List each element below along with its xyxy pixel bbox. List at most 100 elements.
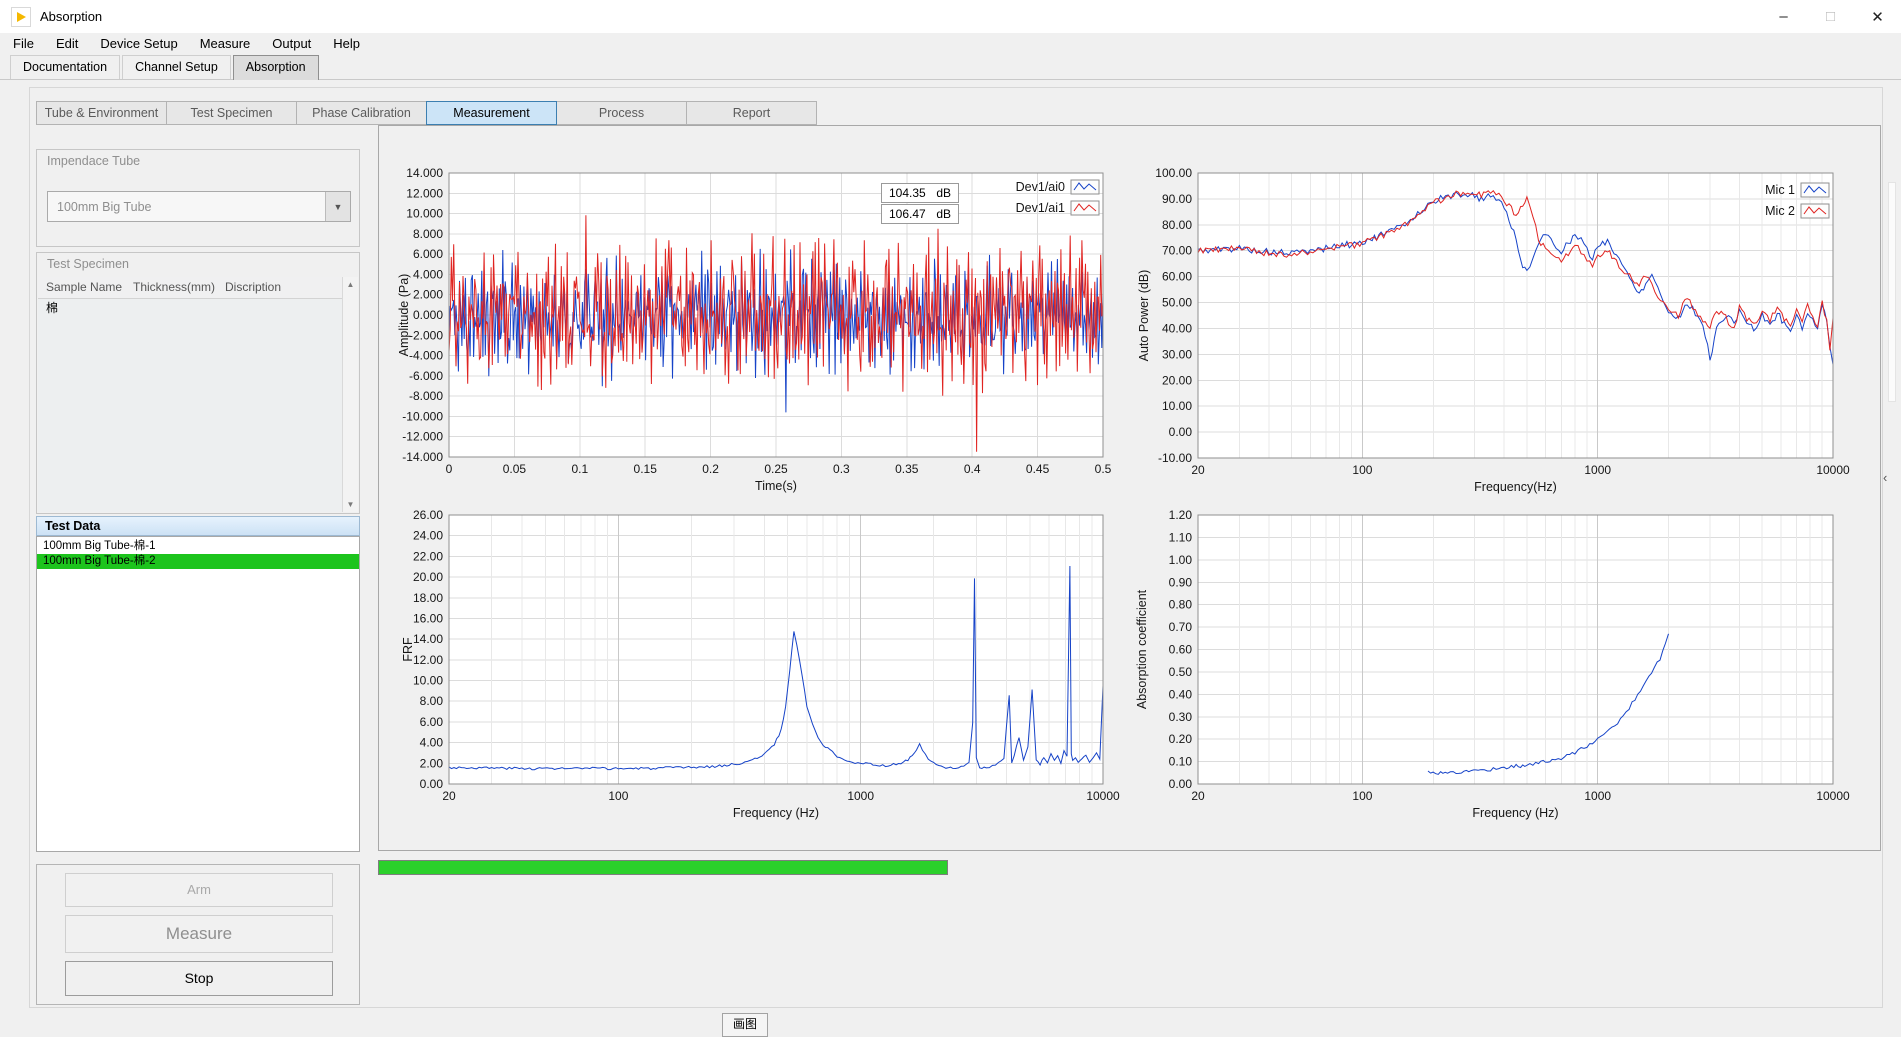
svg-text:0.60: 0.60 xyxy=(1169,643,1193,657)
svg-text:80.00: 80.00 xyxy=(1162,218,1192,232)
mic1-level-unit: dB xyxy=(936,186,951,200)
collapse-panel-arrow[interactable]: ‹ xyxy=(1883,470,1887,485)
menu-file[interactable]: File xyxy=(2,33,45,55)
column-thickness: Thickness(mm) xyxy=(133,280,215,294)
svg-text:Dev1/ai0: Dev1/ai0 xyxy=(1016,180,1065,194)
svg-text:0.2: 0.2 xyxy=(702,462,719,476)
menu-help[interactable]: Help xyxy=(322,33,371,55)
measure-button[interactable]: Measure xyxy=(65,915,333,953)
svg-text:60.00: 60.00 xyxy=(1162,270,1192,284)
svg-text:1000: 1000 xyxy=(1584,463,1611,477)
test-data-header: Test Data xyxy=(36,516,360,536)
svg-text:0.05: 0.05 xyxy=(503,462,527,476)
tab-documentation[interactable]: Documentation xyxy=(10,55,120,79)
svg-text:0: 0 xyxy=(446,462,453,476)
svg-text:-12.000: -12.000 xyxy=(402,430,443,444)
auto-power-chart: -10.000.0010.0020.0030.0040.0050.0060.00… xyxy=(1130,135,1888,495)
right-scrollbar[interactable] xyxy=(1888,182,1896,402)
svg-text:0.35: 0.35 xyxy=(895,462,919,476)
svg-text:18.00: 18.00 xyxy=(413,591,443,605)
menu-edit[interactable]: Edit xyxy=(45,33,89,55)
svg-text:0.25: 0.25 xyxy=(764,462,788,476)
bottom-tab-draw[interactable]: 画图 xyxy=(722,1013,768,1037)
svg-text:0.000: 0.000 xyxy=(413,308,443,322)
app-icon-arrow xyxy=(17,12,26,22)
svg-text:0.40: 0.40 xyxy=(1169,687,1193,701)
legend-item-Dev1/ai1[interactable]: Dev1/ai1 xyxy=(1016,201,1099,215)
svg-text:6.000: 6.000 xyxy=(413,247,443,261)
svg-text:0.80: 0.80 xyxy=(1169,598,1193,612)
column-sample-name: Sample Name xyxy=(46,280,122,294)
mic2-level-unit: dB xyxy=(936,207,951,221)
svg-text:0.5: 0.5 xyxy=(1095,462,1112,476)
minimize-button[interactable]: – xyxy=(1760,0,1807,33)
window-title: Absorption xyxy=(40,9,102,24)
svg-text:8.000: 8.000 xyxy=(413,227,443,241)
mic1-level-readout: 104.35 dB xyxy=(881,183,959,203)
svg-text:0.00: 0.00 xyxy=(420,777,444,791)
list-item-selected[interactable]: 100mm Big Tube-棉-2 xyxy=(37,554,359,569)
svg-text:2.00: 2.00 xyxy=(420,756,444,770)
svg-text:Mic 1: Mic 1 xyxy=(1765,183,1795,197)
svg-text:0.20: 0.20 xyxy=(1169,732,1193,746)
stage-tab-tube-environment[interactable]: Tube & Environment xyxy=(36,101,167,125)
scroll-up-icon[interactable]: ▲ xyxy=(343,280,358,289)
svg-text:0.50: 0.50 xyxy=(1169,665,1193,679)
table-scrollbar[interactable]: ▲ ▼ xyxy=(342,277,358,512)
table-row[interactable]: 棉 xyxy=(38,299,358,318)
title-bar: Absorption – □ ✕ xyxy=(0,0,1901,33)
svg-text:8.00: 8.00 xyxy=(420,694,444,708)
svg-text:FRF: FRF xyxy=(401,637,415,662)
impedance-tube-dropdown-value: 100mm Big Tube xyxy=(48,200,325,214)
close-button[interactable]: ✕ xyxy=(1854,0,1901,33)
menu-device-setup[interactable]: Device Setup xyxy=(89,33,188,55)
svg-text:0.00: 0.00 xyxy=(1169,777,1193,791)
svg-text:Absorption coefficient: Absorption coefficient xyxy=(1135,589,1149,709)
legend-item-Dev1/ai0[interactable]: Dev1/ai0 xyxy=(1016,180,1099,194)
stage-tab-phase-calibration[interactable]: Phase Calibration xyxy=(296,101,427,125)
tab-absorption[interactable]: Absorption xyxy=(233,55,319,80)
svg-text:Frequency (Hz): Frequency (Hz) xyxy=(1472,806,1558,820)
stage-tab-test-specimen[interactable]: Test Specimen xyxy=(166,101,297,125)
svg-text:0.15: 0.15 xyxy=(634,462,658,476)
svg-text:20: 20 xyxy=(1191,463,1205,477)
stage-tab-process[interactable]: Process xyxy=(556,101,687,125)
svg-text:0.4: 0.4 xyxy=(964,462,981,476)
mic2-level-value: 106.47 xyxy=(889,207,926,221)
svg-text:0.3: 0.3 xyxy=(833,462,850,476)
svg-text:10000: 10000 xyxy=(1086,789,1120,803)
svg-text:90.00: 90.00 xyxy=(1162,192,1192,206)
svg-text:12.000: 12.000 xyxy=(406,186,443,200)
svg-text:10.000: 10.000 xyxy=(406,207,443,221)
impedance-tube-dropdown[interactable]: 100mm Big Tube ▼ xyxy=(47,191,351,222)
svg-text:Frequency (Hz): Frequency (Hz) xyxy=(733,806,819,820)
svg-text:0.90: 0.90 xyxy=(1169,575,1193,589)
svg-text:10000: 10000 xyxy=(1816,463,1850,477)
stage-tab-report[interactable]: Report xyxy=(686,101,817,125)
svg-text:100.00: 100.00 xyxy=(1155,166,1192,180)
arm-button[interactable]: Arm xyxy=(65,873,333,907)
tab-channel-setup[interactable]: Channel Setup xyxy=(122,55,231,79)
stage-tab-measurement[interactable]: Measurement xyxy=(426,101,557,125)
svg-text:-4.000: -4.000 xyxy=(409,349,443,363)
svg-text:4.000: 4.000 xyxy=(413,267,443,281)
menu-bar: File Edit Device Setup Measure Output He… xyxy=(0,33,1901,55)
svg-text:24.00: 24.00 xyxy=(413,529,443,543)
progress-fill xyxy=(379,861,947,874)
svg-text:16.00: 16.00 xyxy=(413,611,443,625)
test-specimen-table: Sample Name Thickness(mm) Discription 棉 … xyxy=(38,277,358,512)
test-specimen-group: Test Specimen Sample Name Thickness(mm) … xyxy=(36,252,360,514)
measure-buttons-panel: Arm Measure Stop xyxy=(36,864,360,1005)
svg-text:70.00: 70.00 xyxy=(1162,244,1192,258)
maximize-button[interactable]: □ xyxy=(1807,0,1854,33)
chevron-down-icon[interactable]: ▼ xyxy=(325,192,350,221)
svg-text:14.00: 14.00 xyxy=(413,632,443,646)
menu-measure[interactable]: Measure xyxy=(189,33,262,55)
svg-text:Amplitude (Pa): Amplitude (Pa) xyxy=(397,274,411,357)
impedance-tube-group: Impendace Tube 100mm Big Tube ▼ xyxy=(36,149,360,247)
scroll-down-icon[interactable]: ▼ xyxy=(343,500,358,509)
menu-output[interactable]: Output xyxy=(261,33,322,55)
list-item[interactable]: 100mm Big Tube-棉-1 xyxy=(37,539,359,554)
svg-text:20.00: 20.00 xyxy=(413,570,443,584)
stop-button[interactable]: Stop xyxy=(65,961,333,996)
